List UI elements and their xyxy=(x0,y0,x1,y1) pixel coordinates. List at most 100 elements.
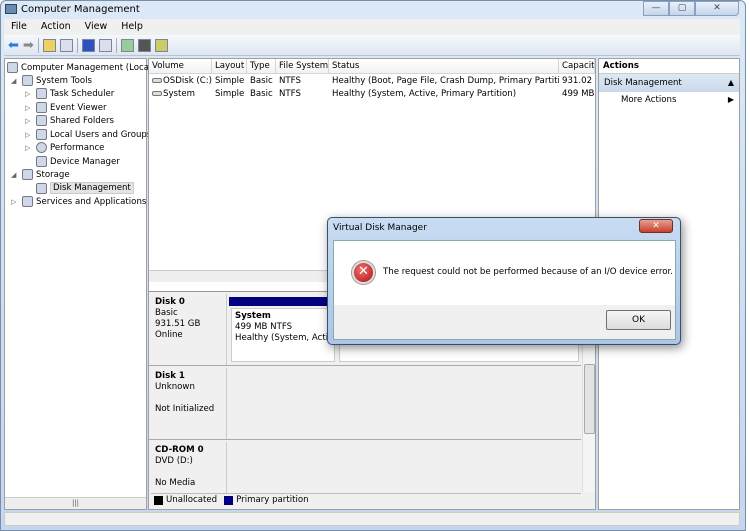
toolbar: ⬅ ➡ xyxy=(4,35,740,56)
up-folder-icon[interactable] xyxy=(42,38,56,52)
disk-1-label: Disk 1 Unknown Not Initialized xyxy=(149,368,227,439)
volume-name: OSDisk (C:) xyxy=(149,74,212,87)
capacity-cell: 931.02 ( xyxy=(562,76,595,86)
help-icon[interactable] xyxy=(81,38,95,52)
tree-root[interactable]: Computer Management (Local xyxy=(7,62,151,73)
status-bar xyxy=(4,512,740,526)
tree-label: Computer Management (Local xyxy=(21,62,152,73)
collapse-up-icon[interactable]: ▲ xyxy=(728,78,734,87)
column-capacity[interactable]: Capacit xyxy=(559,59,595,73)
menu-view[interactable]: View xyxy=(78,19,115,35)
volume-label: OSDisk (C:) xyxy=(163,76,212,86)
disk-name: CD-ROM 0 xyxy=(155,445,204,455)
disk-1-row[interactable]: Disk 1 Unknown Not Initialized xyxy=(149,368,581,440)
more-actions[interactable]: More Actions ▶ xyxy=(599,92,739,108)
type-cell: Basic xyxy=(250,76,273,86)
navigation-tree: Computer Management (Local ◢ System Tools… xyxy=(4,58,151,510)
shared-folder-icon xyxy=(36,115,47,126)
close-button[interactable]: ✕ xyxy=(695,1,739,16)
performance-icon xyxy=(36,142,47,153)
tree-item-local-users[interactable]: ▷ Local Users and Groups xyxy=(25,129,151,140)
refresh-icon[interactable] xyxy=(120,38,134,52)
expand-icon[interactable]: ▷ xyxy=(11,198,19,206)
back-icon[interactable]: ⬅ xyxy=(8,39,19,52)
expand-icon[interactable]: ▷ xyxy=(25,90,33,98)
services-icon xyxy=(22,196,33,207)
horizontal-scrollbar[interactable]: ||| xyxy=(5,497,146,509)
show-hide-action-pane-icon[interactable] xyxy=(98,38,112,52)
disk-0-label: Disk 0 Basic 931.51 GB Online xyxy=(149,294,227,365)
column-volume[interactable]: Volume xyxy=(149,59,212,73)
separator xyxy=(115,37,117,53)
tree-item-event-viewer[interactable]: ▷ Event Viewer xyxy=(25,102,107,113)
tools-icon xyxy=(22,75,33,86)
device-manager-icon xyxy=(36,156,47,167)
tree-item-services[interactable]: ▷ Services and Applications xyxy=(11,196,146,207)
menu-help[interactable]: Help xyxy=(114,19,150,35)
column-status[interactable]: Status xyxy=(329,59,559,73)
tree-label: Local Users and Groups xyxy=(50,129,152,140)
users-icon xyxy=(36,129,47,140)
disk-name: Disk 0 xyxy=(155,297,185,307)
tree-item-system-tools[interactable]: ◢ System Tools xyxy=(11,75,92,86)
status-cell: Healthy (System, Active, Primary Partiti… xyxy=(332,89,517,99)
tree-item-storage[interactable]: ◢ Storage xyxy=(11,169,70,180)
collapse-icon[interactable]: ◢ xyxy=(11,171,19,179)
tree-item-device-manager[interactable]: Device Manager xyxy=(36,156,120,167)
expand-icon[interactable]: ▷ xyxy=(25,131,33,139)
table-row[interactable]: OSDisk (C:) Simple Basic NTFS Healthy (B… xyxy=(149,74,595,87)
expand-icon[interactable]: ▷ xyxy=(25,117,33,125)
forward-icon[interactable]: ➡ xyxy=(23,39,34,52)
actions-section-disk-management[interactable]: Disk Management ▲ xyxy=(599,74,739,92)
disk-management-icon xyxy=(36,182,47,194)
collapse-icon[interactable]: ◢ xyxy=(11,77,19,85)
settings-icon[interactable] xyxy=(154,38,168,52)
ok-button[interactable]: OK xyxy=(606,310,671,330)
disk-type: DVD (D:) xyxy=(155,456,193,466)
computer-management-icon xyxy=(5,4,17,14)
menu-file[interactable]: File xyxy=(4,19,34,35)
expand-icon[interactable]: ▷ xyxy=(25,104,33,112)
column-type[interactable]: Type xyxy=(247,59,276,73)
partition-size: 499 MB NTFS xyxy=(235,322,293,332)
show-hide-tree-icon[interactable] xyxy=(59,38,73,52)
legend-label: Primary partition xyxy=(236,495,309,505)
expand-icon[interactable]: ▷ xyxy=(25,144,33,152)
tree-label: Event Viewer xyxy=(50,102,107,113)
cdrom-0-row[interactable]: CD-ROM 0 DVD (D:) No Media xyxy=(149,442,581,494)
dialog-message-area: ✕ The request could not be performed bec… xyxy=(334,241,675,305)
minimize-button[interactable]: — xyxy=(643,1,669,16)
tree-label: Services and Applications xyxy=(36,196,147,207)
tree-label: Task Scheduler xyxy=(50,88,115,99)
dialog-title: Virtual Disk Manager xyxy=(333,223,427,233)
tree-item-disk-management[interactable]: Disk Management xyxy=(36,182,134,194)
tree-label: Disk Management xyxy=(50,182,134,194)
menu-action[interactable]: Action xyxy=(34,19,78,35)
separator xyxy=(76,37,78,53)
status-cell: Healthy (Boot, Page File, Crash Dump, Pr… xyxy=(332,76,559,86)
disk-type: Unknown xyxy=(155,382,195,392)
column-layout[interactable]: Layout xyxy=(212,59,247,73)
clock-icon xyxy=(36,88,47,99)
column-file-system[interactable]: File System xyxy=(276,59,329,73)
menu-bar: File Action View Help xyxy=(4,19,740,35)
computer-icon xyxy=(7,62,18,73)
partition-status: Healthy (System, Active xyxy=(235,333,335,343)
tree-label: Device Manager xyxy=(50,156,120,167)
error-dialog: Virtual Disk Manager ✕ ✕ The request cou… xyxy=(327,217,681,345)
error-icon: ✕ xyxy=(352,261,375,284)
tree-item-shared-folders[interactable]: ▷ Shared Folders xyxy=(25,115,114,126)
window-title: Computer Management xyxy=(21,4,140,15)
table-row[interactable]: System Simple Basic NTFS Healthy (System… xyxy=(149,87,595,100)
system-partition[interactable]: System 499 MB NTFS Healthy (System, Active xyxy=(231,308,335,362)
properties-icon[interactable] xyxy=(137,38,151,52)
maximize-button[interactable]: ▢ xyxy=(669,1,695,16)
capacity-cell: 499 MB xyxy=(562,89,595,99)
tree-label: Storage xyxy=(36,169,70,180)
legend: Unallocated Primary partition xyxy=(151,493,581,506)
scrollbar-thumb[interactable] xyxy=(584,364,595,434)
disk-state: Not Initialized xyxy=(155,404,215,414)
dialog-close-button[interactable]: ✕ xyxy=(639,219,673,233)
tree-item-task-scheduler[interactable]: ▷ Task Scheduler xyxy=(25,88,114,99)
tree-item-performance[interactable]: ▷ Performance xyxy=(25,142,104,153)
